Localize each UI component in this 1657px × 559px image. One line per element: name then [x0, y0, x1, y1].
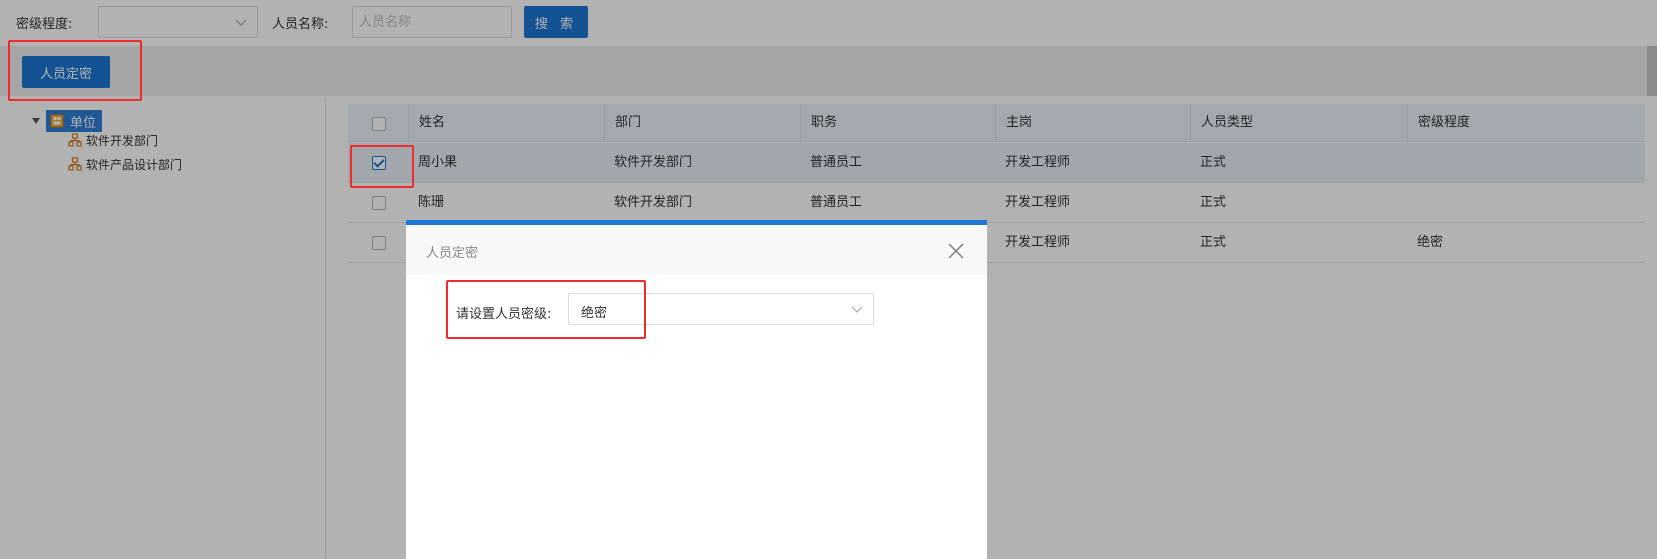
classification-field-label: 请设置人员密级:: [456, 307, 552, 322]
chevron-down-icon: [851, 306, 863, 313]
close-icon[interactable]: [947, 242, 965, 260]
classification-selected-value: 绝密: [581, 306, 608, 321]
dialog-title: 人员定密: [426, 246, 479, 261]
assign-classification-dialog: 人员定密 请设置人员密级: 绝密: [406, 220, 987, 559]
classification-select[interactable]: 绝密: [568, 293, 874, 325]
dialog-header: 人员定密: [406, 225, 987, 275]
